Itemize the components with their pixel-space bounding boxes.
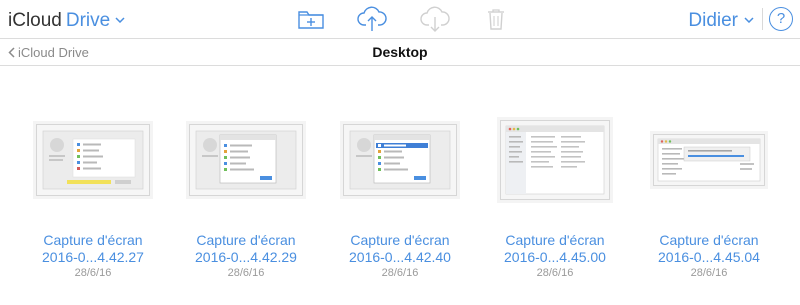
top-bar: iCloud Drive Didier ? — [0, 0, 800, 38]
file-name: Capture d'écran 2016-0...4.45.00 — [480, 232, 630, 266]
chevron-down-icon — [744, 7, 754, 29]
file-date: 28/6/16 — [690, 267, 728, 279]
navigation-bar: iCloud Drive Desktop — [0, 38, 800, 66]
user-menu[interactable]: Didier — [688, 7, 754, 32]
download-button[interactable] — [420, 5, 450, 33]
file-item[interactable]: Capture d'écran 2016-0...4.42.29 28/6/16 — [171, 110, 321, 280]
file-name-line1: Capture d'écran — [659, 232, 759, 248]
upload-icon — [357, 6, 387, 32]
file-name: Capture d'écran 2016-0...4.45.04 — [634, 232, 784, 266]
new-folder-button[interactable] — [297, 5, 325, 33]
new-folder-icon — [297, 8, 325, 30]
file-date: 28/6/16 — [381, 267, 419, 279]
file-thumbnail — [653, 134, 765, 186]
file-item[interactable]: Capture d'écran 2016-0...4.45.04 28/6/16 — [634, 110, 784, 280]
file-thumbnail — [343, 124, 457, 196]
download-icon — [420, 6, 450, 32]
page-title: Desktop — [372, 44, 428, 60]
brand-name: iCloud — [8, 10, 62, 31]
file-thumbnail — [189, 124, 303, 196]
file-name: Capture d'écran 2016-0...4.42.27 — [18, 232, 168, 266]
file-name-line2: 2016-0...4.42.29 — [195, 249, 297, 265]
help-icon: ? — [776, 10, 786, 27]
file-name-line1: Capture d'écran — [196, 232, 296, 248]
file-date: 28/6/16 — [74, 267, 112, 279]
trash-icon — [486, 7, 506, 31]
file-name: Capture d'écran 2016-0...4.42.40 — [325, 232, 475, 266]
file-date: 28/6/16 — [227, 267, 265, 279]
chevron-down-icon — [115, 7, 125, 29]
file-item[interactable]: Capture d'écran 2016-0...4.45.00 28/6/16 — [480, 110, 630, 280]
file-date: 28/6/16 — [536, 267, 574, 279]
file-thumbnail — [500, 120, 610, 200]
file-name-line2: 2016-0...4.45.04 — [658, 249, 760, 265]
divider — [762, 8, 763, 30]
file-name-line2: 2016-0...4.42.27 — [42, 249, 144, 265]
file-name-line2: 2016-0...4.45.00 — [504, 249, 606, 265]
app-name: Drive — [65, 10, 111, 31]
app-switcher[interactable]: iCloud Drive — [8, 7, 125, 32]
file-name: Capture d'écran 2016-0...4.42.29 — [171, 232, 321, 266]
upload-button[interactable] — [357, 5, 387, 33]
file-item[interactable]: Capture d'écran 2016-0...4.42.40 28/6/16 — [325, 110, 475, 280]
file-name-line1: Capture d'écran — [350, 232, 450, 248]
file-name-line1: Capture d'écran — [505, 232, 605, 248]
file-name-line1: Capture d'écran — [43, 232, 143, 248]
file-item[interactable]: Capture d'écran 2016-0...4.42.27 28/6/16 — [18, 110, 168, 280]
help-button[interactable]: ? — [769, 7, 793, 31]
file-name-line2: 2016-0...4.42.40 — [349, 249, 451, 265]
file-thumbnail — [36, 124, 150, 196]
delete-button[interactable] — [482, 5, 510, 33]
user-name: Didier — [688, 10, 738, 31]
